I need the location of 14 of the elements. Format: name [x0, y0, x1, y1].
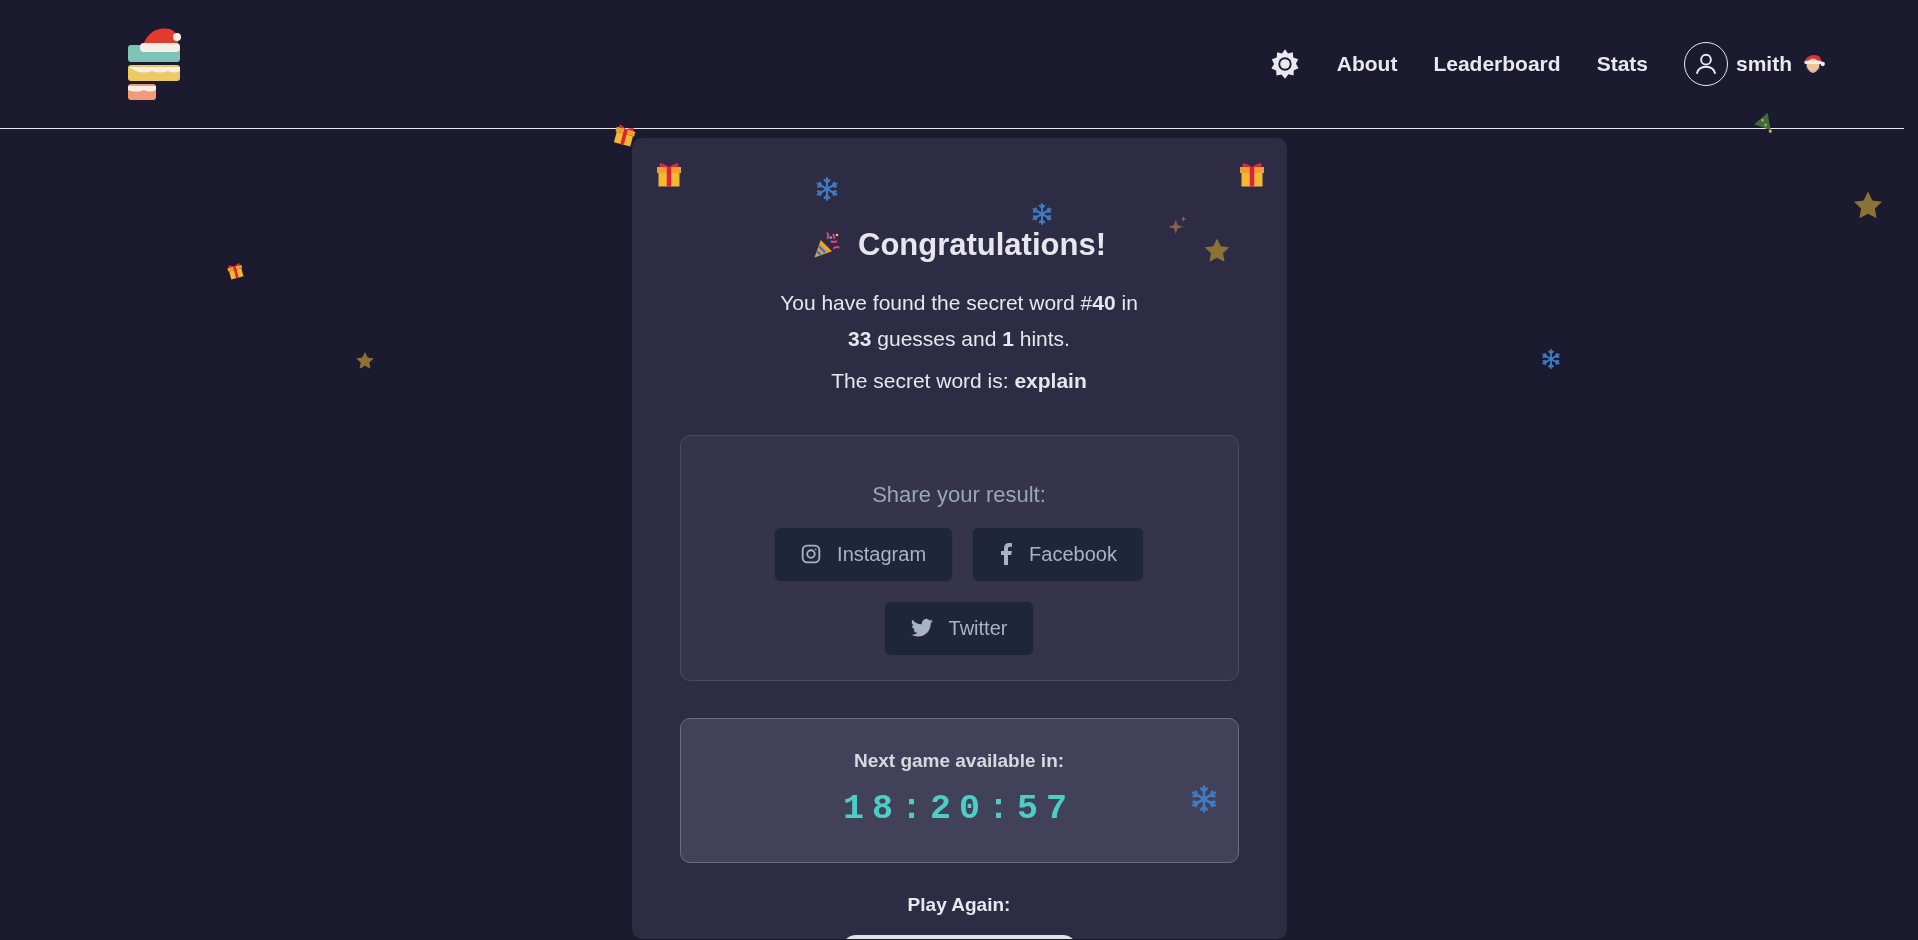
- share-label: Share your result:: [871, 480, 1047, 509]
- nav-link[interactable]: Leaderboard: [1433, 48, 1561, 80]
- play-again-label: Play Again:: [906, 892, 1012, 917]
- result-title: Congratulations!: [858, 226, 1106, 264]
- share-button[interactable]: Twitter: [883, 600, 1035, 656]
- result-message: You have found the secret word #40 in 33 guesses and 1 hints.: [779, 290, 1139, 353]
- share-button[interactable]: Facebook: [972, 526, 1144, 582]
- countdown-timer: 18:20:57: [843, 788, 1075, 832]
- nav-link[interactable]: About: [1336, 48, 1398, 80]
- countdown-label: Next game available in:: [852, 748, 1066, 773]
- nav-link[interactable]: Stats: [1596, 48, 1648, 80]
- share-button[interactable]: Instagram: [774, 526, 954, 582]
- secret-word-text: The secret word is: explain: [830, 368, 1088, 395]
- username-link[interactable]: smith: [1736, 48, 1792, 80]
